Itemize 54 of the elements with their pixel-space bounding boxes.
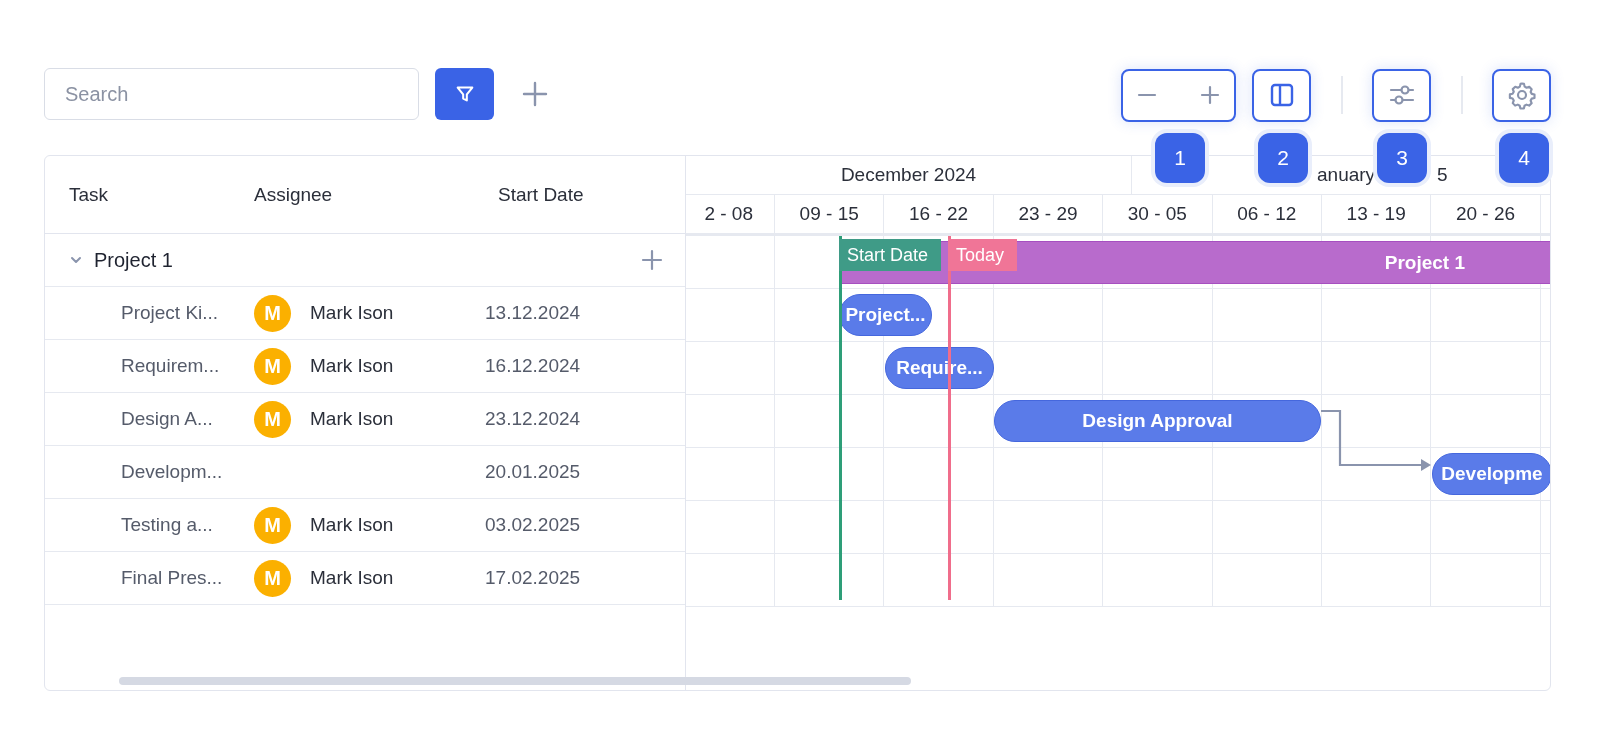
task-bar[interactable]: Developme xyxy=(1432,453,1550,495)
assignee-name: Mark Ison xyxy=(310,408,394,430)
start-date: 13.12.2024 xyxy=(484,302,581,324)
add-icon[interactable] xyxy=(522,81,548,107)
start-date: 17.02.2025 xyxy=(484,567,581,589)
week-label: 16 - 22 xyxy=(909,203,969,225)
column-header[interactable]: Start Date xyxy=(473,183,584,206)
panel-toggle-button[interactable] xyxy=(1252,68,1311,122)
scrollbar[interactable] xyxy=(119,677,911,685)
assignee-name: Mark Ison xyxy=(310,567,394,589)
start-date: 23.12.2024 xyxy=(484,408,581,430)
week-label: 23 - 29 xyxy=(1018,203,1078,225)
week-label: 2 - 08 xyxy=(704,203,753,225)
task-name: Requirem... xyxy=(120,355,221,377)
week-label: 06 - 12 xyxy=(1237,203,1297,225)
task-name: Final Pres... xyxy=(120,567,224,589)
start-date: 16.12.2024 xyxy=(484,355,581,377)
marker-label: Start Date xyxy=(839,239,941,271)
week-label: 20 - 26 xyxy=(1455,203,1516,225)
week-label: 30 - 05 xyxy=(1127,203,1187,225)
zoom-in-icon[interactable] xyxy=(1200,85,1220,105)
filter-button[interactable] xyxy=(435,68,494,120)
month-label: December 2024 xyxy=(840,164,977,186)
group-name: Project 1 xyxy=(94,248,174,272)
column-header[interactable]: Task xyxy=(45,183,231,206)
zoom-control[interactable] xyxy=(1121,68,1236,122)
marker-label: Today xyxy=(948,239,1017,271)
start-date: 20.01.2025 xyxy=(484,461,581,483)
start-date: 03.02.2025 xyxy=(484,514,581,536)
task-name: Developm... xyxy=(120,461,224,483)
task-bar[interactable]: Project... xyxy=(839,294,932,336)
assignee-name: Mark Ison xyxy=(310,355,394,377)
month-label: 5 xyxy=(1437,164,1448,186)
settings-icon xyxy=(1506,80,1537,110)
filters-button[interactable] xyxy=(1372,68,1431,122)
panel-icon xyxy=(1268,82,1295,108)
avatar: M xyxy=(254,559,291,597)
week-label: 13 - 19 xyxy=(1346,203,1406,225)
task-name: Testing a... xyxy=(120,514,214,536)
avatar: M xyxy=(254,347,291,385)
avatar: M xyxy=(254,400,291,438)
week-label: 09 - 15 xyxy=(799,203,859,225)
assignee-name: Mark Ison xyxy=(310,302,394,324)
avatar: M xyxy=(254,294,291,332)
settings-button[interactable] xyxy=(1492,68,1551,122)
search-field[interactable]: Search xyxy=(44,68,419,120)
task-bar[interactable]: Design Approval xyxy=(994,400,1321,442)
task-name: Design A... xyxy=(120,408,214,430)
assignee-name: Mark Ison xyxy=(310,514,394,536)
month-label: anuary xyxy=(1317,164,1376,186)
column-header[interactable]: Assignee xyxy=(231,183,473,206)
add-icon[interactable] xyxy=(641,249,663,271)
avatar: M xyxy=(254,506,291,544)
task-name: Project Ki... xyxy=(120,302,220,324)
